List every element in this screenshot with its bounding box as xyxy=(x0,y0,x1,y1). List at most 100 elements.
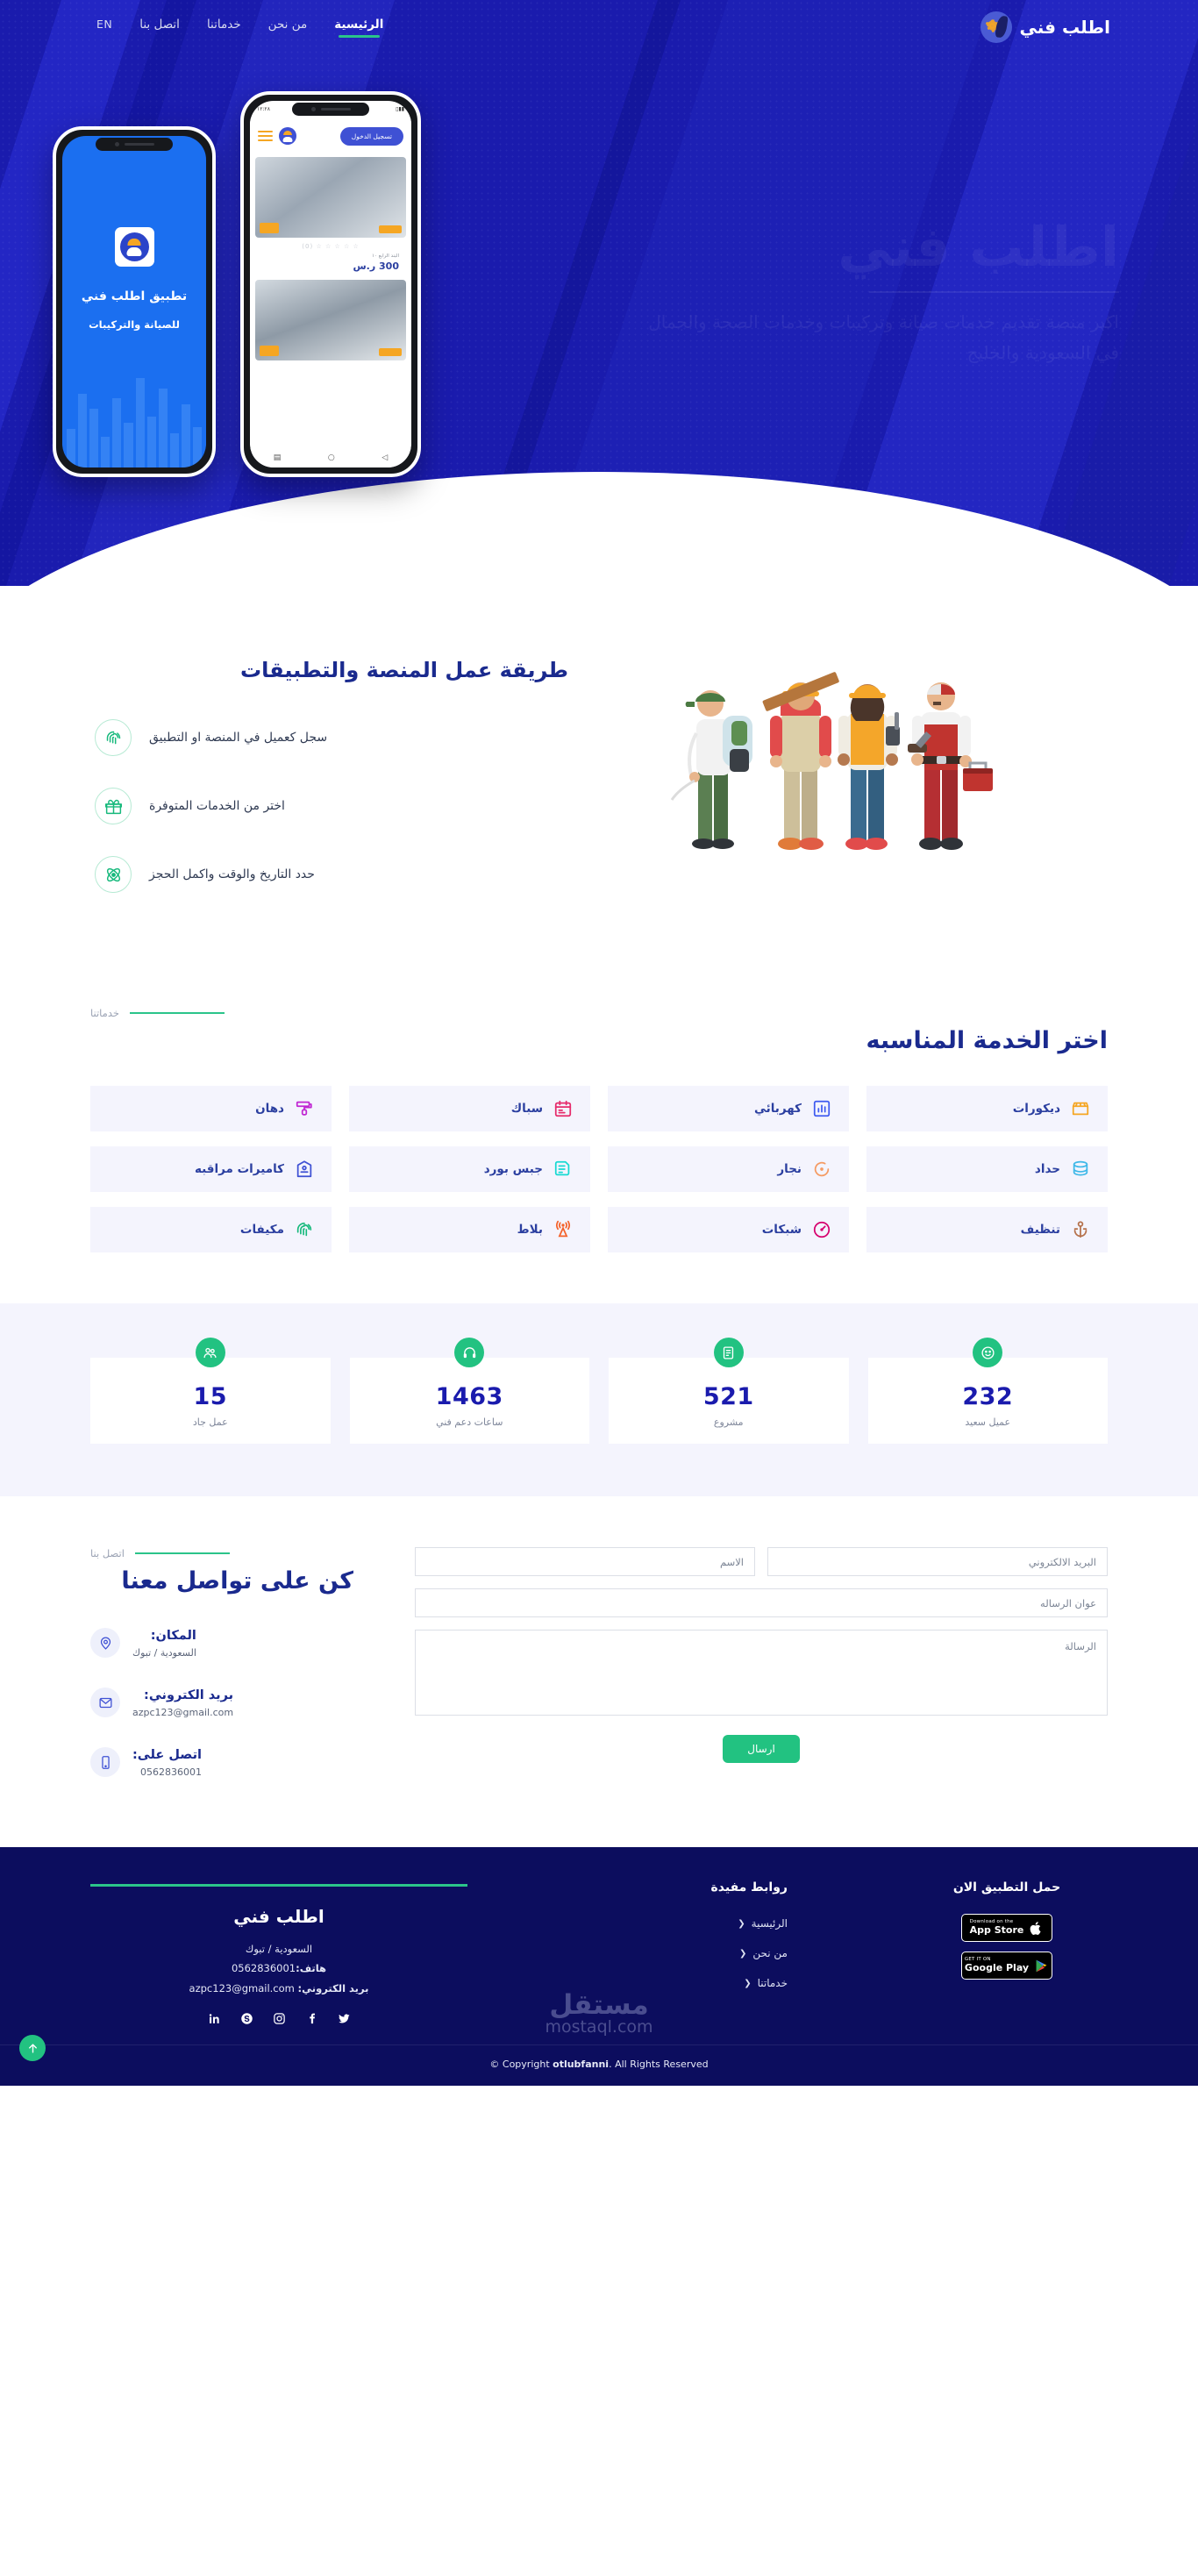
nav-item-services[interactable]: خدماتنا xyxy=(207,18,241,38)
service-card-cleaning[interactable]: تنظيف xyxy=(866,1207,1108,1252)
contact-phone-label: اتصل على: xyxy=(132,1748,202,1762)
subject-field[interactable] xyxy=(415,1588,1108,1617)
headset-icon xyxy=(454,1338,485,1367)
contact-info-email: بريد الكتروني: azpc123@gmail.com xyxy=(90,1686,353,1719)
stat-label: ساعات دعم فني xyxy=(436,1416,503,1428)
workers-illustration xyxy=(647,658,1103,868)
contact-eyebrow-label: اتصل بنا xyxy=(90,1547,125,1559)
footer-links-heading: روابط مفيدة xyxy=(710,1880,788,1895)
database-icon xyxy=(1071,1160,1090,1179)
footer-link-item: ❮ الرئيسية xyxy=(586,1914,788,1930)
footer-accent-rule xyxy=(90,1884,467,1887)
linkedin-icon[interactable] xyxy=(208,2012,221,2025)
twitter-icon[interactable] xyxy=(338,2012,351,2025)
nav-recents-icon[interactable]: ▤ xyxy=(274,453,282,462)
skype-icon[interactable] xyxy=(240,2012,253,2025)
services-grid: ديكورات كهربائي سباك دهان حداد نجار جبس … xyxy=(90,1086,1108,1252)
services-eyebrow-label: خدماتنا xyxy=(90,1007,119,1019)
nav-back-icon[interactable]: ◁ xyxy=(382,453,388,462)
service-label: مكيفات xyxy=(239,1223,284,1237)
app-store-button[interactable]: Download on the App Store xyxy=(961,1914,1052,1942)
service-card-blacksmith[interactable]: حداد xyxy=(866,1146,1108,1192)
app-service-card-second[interactable] xyxy=(250,277,411,360)
service-label: ديكورات xyxy=(1012,1102,1060,1116)
four-workers-illustration xyxy=(670,672,993,850)
target-icon xyxy=(812,1160,831,1179)
chevron-left-icon: ❮ xyxy=(739,1948,747,1959)
service-photo-ac-repair xyxy=(255,157,406,238)
speedometer-icon xyxy=(812,1220,831,1239)
footer-location: السعودية / تبوك xyxy=(245,1943,313,1955)
footer-apps-heading: حمل التطبيق الان xyxy=(952,1880,1061,1895)
step-register-label: سجل كعميل في المنصة او التطبيق xyxy=(149,731,328,745)
service-card-networks[interactable]: شبكات xyxy=(608,1207,849,1252)
email-field[interactable] xyxy=(767,1547,1108,1576)
footer-link-about[interactable]: ❮ من نحن xyxy=(739,1947,788,1959)
service-label: سباك xyxy=(510,1102,543,1116)
facebook-icon[interactable] xyxy=(305,2012,318,2025)
step-register: سجل كعميل في المنصة او التطبيق xyxy=(95,719,568,756)
service-label: بلاط xyxy=(517,1223,543,1237)
app-service-card[interactable]: ☆ ☆ ☆ ☆ ☆ (0) البند الرابع ١٠ 300 ر.س xyxy=(250,154,411,277)
service-card-plumber[interactable]: سباك xyxy=(349,1086,590,1131)
contact-location-value: السعودية / تبوك xyxy=(132,1647,196,1659)
nav-item-contact[interactable]: اتصل بنا xyxy=(139,18,180,38)
stat-label: مشروع xyxy=(713,1416,744,1428)
submit-button[interactable]: ارسال xyxy=(723,1735,800,1763)
nav-item-home[interactable]: الرئيسية xyxy=(334,18,383,38)
nav-item-language[interactable]: EN xyxy=(96,18,112,37)
app-avatar-icon xyxy=(279,127,296,145)
service-card-air-conditioners[interactable]: مكيفات xyxy=(90,1207,332,1252)
phone-notch xyxy=(292,103,369,116)
footer-link-home[interactable]: ❮ الرئيسية xyxy=(738,1917,788,1930)
contact-phone-value: 0562836001 xyxy=(140,1766,202,1778)
footer-link-services[interactable]: ❮ خدماتنا xyxy=(744,1977,788,1989)
service-label: كاميرات مراقبه xyxy=(194,1162,284,1176)
contact-form-column: ارسال xyxy=(415,1547,1108,1763)
smiley-icon xyxy=(973,1338,1003,1367)
service-price: 300 ر.س xyxy=(353,260,400,272)
statistics-section: 232 عميل سعيد 521 مشروع 1463 ساعات دعم ف… xyxy=(0,1303,1198,1496)
statistics-grid: 232 عميل سعيد 521 مشروع 1463 ساعات دعم ف… xyxy=(90,1338,1108,1444)
service-card-carpenter[interactable]: نجار xyxy=(608,1146,849,1192)
contact-eyebrow: اتصل بنا xyxy=(90,1547,353,1559)
envelope-icon xyxy=(90,1688,120,1717)
app-login-button[interactable]: تسجيل الدخول xyxy=(339,126,403,146)
phone-notch xyxy=(96,138,173,151)
footer-link-item: ❮ خدماتنا xyxy=(586,1973,788,1990)
footer-phone-value: 0562836001 xyxy=(231,1962,296,1975)
nav-item-about[interactable]: من نحن xyxy=(268,18,308,38)
nav-home-icon[interactable]: ○ xyxy=(328,453,335,462)
message-field[interactable] xyxy=(415,1630,1108,1716)
google-play-icon xyxy=(1036,1959,1047,1972)
status-time: ١٢:٢٨ xyxy=(257,106,270,112)
footer-email-value: azpc123@gmail.com xyxy=(189,1981,295,1994)
fingerprint-icon xyxy=(295,1220,314,1239)
service-label: نجار xyxy=(777,1162,802,1176)
footer-link-label: من نحن xyxy=(752,1947,788,1959)
instagram-icon[interactable] xyxy=(273,2012,286,2025)
brand-name: اطلب فني xyxy=(1019,17,1110,38)
name-field[interactable] xyxy=(415,1547,755,1576)
footer-social-links xyxy=(90,2012,467,2025)
hero-section: اطلب فني الرئيسية من نحن خدماتنا اتصل بن… xyxy=(0,0,1198,586)
service-card-decorations[interactable]: ديكورات xyxy=(866,1086,1108,1131)
storefront-icon xyxy=(1071,1099,1090,1118)
brand-logo-group[interactable]: اطلب فني xyxy=(980,11,1111,43)
android-nav-bar: ◁ ○ ▤ xyxy=(250,448,411,467)
service-label: حداد xyxy=(1034,1162,1060,1176)
service-card-painter[interactable]: دهان xyxy=(90,1086,332,1131)
services-title: اختر الخدمة المناسبه xyxy=(866,1027,1108,1054)
service-label: جبس بورد xyxy=(483,1162,543,1176)
google-play-big-label: Google Play xyxy=(964,1962,1030,1974)
google-play-button[interactable]: GET IT ON Google Play xyxy=(961,1952,1052,1980)
stat-card-projects: 521 مشروع xyxy=(609,1338,849,1444)
service-label: دهان xyxy=(255,1102,284,1116)
service-card-electrician[interactable]: كهربائي xyxy=(608,1086,849,1131)
service-card-gypsum-board[interactable]: جبس بورد xyxy=(349,1146,590,1192)
service-card-security-cameras[interactable]: كاميرات مراقبه xyxy=(90,1146,332,1192)
hamburger-menu-icon[interactable] xyxy=(258,130,273,142)
contact-info-column: اتصل بنا كن على تواصل معنا المكان: السعو… xyxy=(90,1547,353,1805)
hero-body: اطلب فني اكبر منصة تقديم خدمات صيانة وتر… xyxy=(0,54,1198,503)
service-card-tiling[interactable]: بلاط xyxy=(349,1207,590,1252)
